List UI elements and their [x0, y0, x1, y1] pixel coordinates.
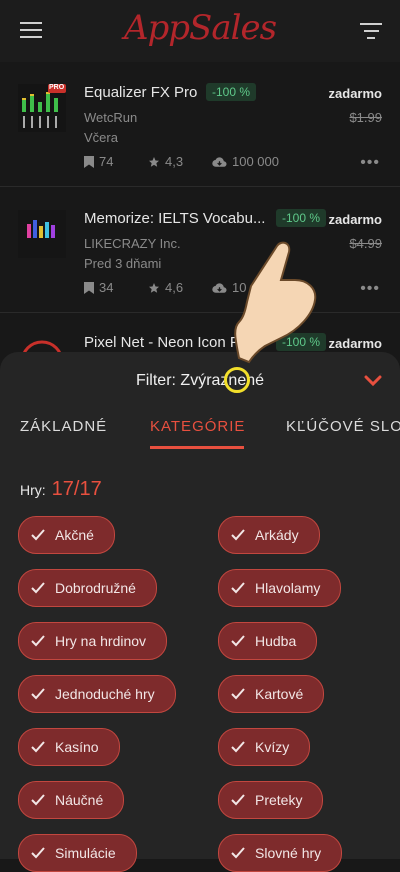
check-icon: [31, 847, 45, 859]
discount-badge: -100 %: [276, 209, 327, 227]
bookmark-icon: [84, 282, 94, 294]
check-icon: [231, 529, 245, 541]
old-price: $4.99: [349, 236, 382, 251]
app-logo: AppSales: [123, 8, 277, 48]
filter-icon[interactable]: [360, 23, 382, 39]
discount-badge: -100 %: [206, 83, 257, 101]
wishlist-stat: 34: [84, 280, 113, 295]
bookmark-icon: [84, 156, 94, 168]
list-item[interactable]: Memorize: IELTS Vocabu... -100 % zadarmo…: [0, 188, 400, 313]
tab-bar: ZÁKLADNÉ KATEGÓRIE KĽÚČOVÉ SLO: [0, 418, 400, 448]
old-price: $1.99: [349, 110, 382, 125]
app-title: Pixel Net - Neon Icon P: [84, 334, 240, 351]
check-icon: [31, 688, 45, 700]
check-icon: [231, 794, 245, 806]
sheet-title: Filter: Zvýraznené: [135, 372, 265, 389]
games-count: Hry: 17/17: [20, 478, 102, 501]
tab-basic[interactable]: ZÁKLADNÉ: [20, 418, 107, 435]
chip-hry-na-hrdinov[interactable]: Hry na hrdinov: [18, 622, 168, 660]
chip-kasino[interactable]: Kasíno: [18, 728, 120, 766]
check-icon: [31, 582, 45, 594]
check-icon: [31, 741, 45, 753]
check-icon: [231, 688, 245, 700]
count-label: Hry:: [20, 482, 46, 498]
chip-kartove[interactable]: Kartové: [218, 675, 325, 713]
date: Včera: [84, 130, 118, 145]
check-icon: [31, 529, 45, 541]
price: zadarmo: [328, 86, 382, 101]
star-icon: [149, 283, 159, 293]
tab-categories[interactable]: KATEGÓRIE: [150, 418, 245, 435]
download-icon: [212, 157, 227, 167]
price: zadarmo: [328, 212, 382, 227]
chip-kvizy[interactable]: Kvízy: [218, 728, 311, 766]
developer: LIKECRAZY Inc.: [84, 236, 181, 251]
check-icon: [31, 635, 45, 647]
star-icon: [149, 157, 159, 167]
touch-indicator: [224, 367, 250, 393]
price: zadarmo: [328, 336, 382, 351]
developer: WetcRun: [84, 110, 138, 125]
wishlist-stat: 74: [84, 154, 113, 169]
app-title: Equalizer FX Pro: [84, 84, 198, 101]
chip-hlavolamy[interactable]: Hlavolamy: [218, 569, 342, 607]
app-icon-equalizer: PRO: [18, 84, 66, 132]
downloads-stat: 100 000: [212, 154, 279, 169]
tab-keywords[interactable]: KĽÚČOVÉ SLO: [286, 418, 400, 435]
chip-naucne[interactable]: Náučné: [18, 781, 125, 819]
pro-badge: PRO: [49, 84, 65, 91]
top-app-bar: AppSales: [0, 0, 400, 62]
active-tab-indicator: [150, 446, 244, 449]
rating-stat: 4,6: [148, 280, 183, 295]
chip-slovne-hry[interactable]: Slovné hry: [218, 834, 343, 872]
check-icon: [31, 794, 45, 806]
chip-akcne[interactable]: Akčné: [18, 516, 115, 554]
chip-hudba[interactable]: Hudba: [218, 622, 318, 660]
more-icon[interactable]: •••: [360, 154, 380, 172]
filter-sheet: Filter: Zvýraznené ZÁKLADNÉ KATEGÓRIE KĽ…: [0, 352, 400, 872]
more-icon[interactable]: •••: [360, 280, 380, 298]
chip-jednoduche-hry[interactable]: Jednoduché hry: [18, 675, 176, 713]
rating-stat: 4,3: [148, 154, 183, 169]
check-icon: [231, 635, 245, 647]
list-item[interactable]: PRO Equalizer FX Pro -100 % zadarmo $1.9…: [0, 62, 400, 187]
check-icon: [231, 582, 245, 594]
check-icon: [231, 741, 245, 753]
date: Pred 3 dňami: [84, 256, 162, 271]
app-title: Memorize: IELTS Vocabu...: [84, 210, 266, 227]
chip-dobrodruzne[interactable]: Dobrodružné: [18, 569, 157, 607]
chevron-down-icon[interactable]: [364, 374, 382, 392]
app-icon-memorize: [18, 210, 66, 258]
chip-simulacie[interactable]: Simulácie: [18, 834, 137, 872]
chip-arkady[interactable]: Arkády: [218, 516, 320, 554]
check-icon: [231, 847, 245, 859]
chip-preteky[interactable]: Preteky: [218, 781, 324, 819]
pointer-hand-icon: [225, 238, 321, 373]
count-value: 17/17: [51, 478, 102, 500]
